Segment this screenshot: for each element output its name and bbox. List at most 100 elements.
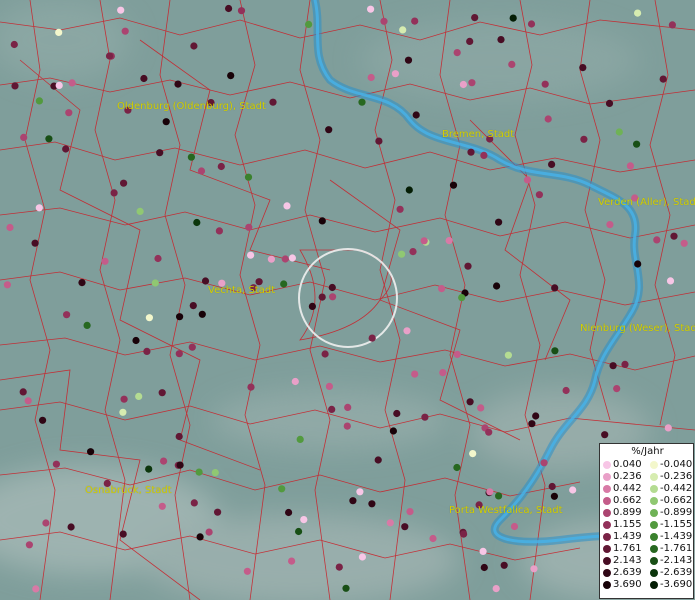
station-marker[interactable] bbox=[25, 541, 33, 549]
station-marker[interactable] bbox=[329, 293, 337, 301]
station-marker[interactable] bbox=[504, 351, 512, 359]
station-marker[interactable] bbox=[389, 427, 397, 435]
station-marker[interactable] bbox=[527, 20, 536, 28]
station-marker[interactable] bbox=[485, 428, 493, 436]
station-marker[interactable] bbox=[300, 516, 308, 524]
station-marker[interactable] bbox=[411, 370, 419, 378]
station-marker[interactable] bbox=[358, 553, 366, 561]
station-marker[interactable] bbox=[285, 508, 293, 517]
station-marker[interactable] bbox=[296, 435, 304, 443]
station-marker[interactable] bbox=[609, 362, 617, 370]
station-marker[interactable] bbox=[480, 151, 488, 159]
station-marker[interactable] bbox=[335, 563, 343, 571]
station-marker[interactable] bbox=[420, 237, 428, 245]
station-marker[interactable] bbox=[401, 523, 409, 531]
station-marker[interactable] bbox=[460, 530, 468, 538]
station-marker[interactable] bbox=[492, 585, 500, 593]
station-marker[interactable] bbox=[176, 461, 184, 469]
station-marker[interactable] bbox=[670, 232, 678, 240]
station-marker[interactable] bbox=[187, 153, 195, 161]
station-marker[interactable] bbox=[201, 277, 210, 285]
station-marker[interactable] bbox=[429, 534, 437, 543]
station-marker[interactable] bbox=[479, 547, 487, 556]
station-marker[interactable] bbox=[601, 431, 609, 439]
station-marker[interactable] bbox=[237, 7, 246, 15]
station-marker[interactable] bbox=[493, 282, 501, 290]
station-marker[interactable] bbox=[32, 585, 40, 593]
station-marker[interactable] bbox=[78, 279, 86, 287]
station-marker[interactable] bbox=[205, 528, 213, 536]
station-marker[interactable] bbox=[342, 584, 350, 592]
station-marker[interactable] bbox=[621, 360, 629, 368]
station-marker[interactable] bbox=[391, 70, 399, 78]
station-marker[interactable] bbox=[405, 186, 413, 194]
station-marker[interactable] bbox=[375, 137, 383, 145]
station-marker[interactable] bbox=[119, 408, 127, 416]
station-marker[interactable] bbox=[175, 432, 183, 441]
station-marker[interactable] bbox=[528, 420, 536, 428]
station-marker[interactable] bbox=[412, 111, 420, 119]
station-marker[interactable] bbox=[62, 145, 70, 153]
station-marker[interactable] bbox=[458, 294, 466, 302]
station-marker[interactable] bbox=[24, 397, 32, 405]
station-marker[interactable] bbox=[42, 519, 50, 527]
station-marker[interactable] bbox=[540, 459, 548, 467]
station-marker[interactable] bbox=[117, 6, 125, 14]
station-marker[interactable] bbox=[120, 395, 128, 403]
station-marker[interactable] bbox=[55, 81, 63, 89]
station-marker[interactable] bbox=[466, 398, 474, 406]
station-marker[interactable] bbox=[404, 56, 413, 64]
station-marker[interactable] bbox=[244, 173, 253, 181]
station-marker[interactable] bbox=[151, 279, 159, 287]
station-marker[interactable] bbox=[83, 321, 91, 329]
station-marker[interactable] bbox=[495, 492, 503, 500]
station-marker[interactable] bbox=[668, 21, 677, 29]
station-marker[interactable] bbox=[195, 468, 203, 476]
station-marker[interactable] bbox=[626, 162, 635, 170]
map-canvas[interactable]: Oldenburg (Oldenburg), Stadt Bremen, Sta… bbox=[0, 0, 695, 600]
station-marker[interactable] bbox=[449, 181, 458, 189]
station-marker[interactable] bbox=[174, 80, 182, 88]
station-marker[interactable] bbox=[196, 533, 204, 541]
station-marker[interactable] bbox=[497, 36, 505, 44]
station-marker[interactable] bbox=[579, 64, 587, 72]
station-marker[interactable] bbox=[535, 191, 544, 199]
station-marker[interactable] bbox=[215, 227, 223, 235]
station-marker[interactable] bbox=[453, 463, 461, 472]
station-marker[interactable] bbox=[510, 522, 519, 531]
station-marker[interactable] bbox=[288, 254, 296, 262]
station-marker[interactable] bbox=[211, 469, 219, 477]
station-marker[interactable] bbox=[217, 162, 225, 171]
station-marker[interactable] bbox=[409, 248, 417, 256]
station-marker[interactable] bbox=[523, 176, 532, 184]
station-marker[interactable] bbox=[393, 409, 401, 418]
station-marker[interactable] bbox=[136, 207, 144, 215]
station-marker[interactable] bbox=[659, 75, 667, 83]
station-marker[interactable] bbox=[374, 456, 382, 464]
station-marker[interactable] bbox=[158, 389, 166, 397]
station-marker[interactable] bbox=[214, 508, 222, 516]
station-marker[interactable] bbox=[325, 382, 333, 390]
station-marker[interactable] bbox=[101, 257, 109, 265]
station-marker[interactable] bbox=[63, 311, 71, 319]
station-marker[interactable] bbox=[634, 260, 642, 268]
station-marker[interactable] bbox=[176, 313, 184, 321]
station-marker[interactable] bbox=[281, 255, 289, 263]
station-marker[interactable] bbox=[188, 343, 196, 351]
station-marker[interactable] bbox=[580, 135, 588, 143]
station-marker[interactable] bbox=[471, 14, 479, 22]
station-marker[interactable] bbox=[45, 135, 53, 143]
station-marker[interactable] bbox=[193, 218, 201, 227]
station-marker[interactable] bbox=[280, 280, 288, 288]
station-marker[interactable] bbox=[321, 350, 329, 358]
station-marker[interactable] bbox=[368, 500, 376, 508]
station-marker[interactable] bbox=[356, 488, 364, 496]
station-marker[interactable] bbox=[39, 416, 47, 424]
station-marker[interactable] bbox=[52, 460, 61, 468]
station-marker[interactable] bbox=[569, 486, 577, 494]
station-marker[interactable] bbox=[10, 40, 18, 49]
station-marker[interactable] bbox=[175, 350, 183, 358]
station-marker[interactable] bbox=[328, 405, 336, 413]
station-marker[interactable] bbox=[343, 422, 351, 430]
station-marker[interactable] bbox=[227, 72, 235, 80]
